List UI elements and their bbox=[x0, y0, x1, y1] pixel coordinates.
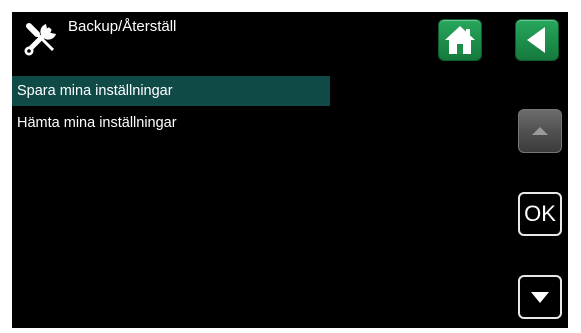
home-button[interactable] bbox=[439, 20, 481, 60]
scroll-down-button[interactable] bbox=[518, 275, 562, 319]
home-icon bbox=[445, 26, 475, 54]
back-arrow-icon bbox=[527, 27, 545, 53]
tools-icon bbox=[20, 18, 62, 60]
ok-label: OK bbox=[524, 201, 556, 226]
display-screen: Backup/Återställ Spara mina inställninga… bbox=[12, 12, 568, 328]
arrow-up-icon bbox=[532, 127, 548, 135]
arrow-down-icon bbox=[531, 292, 549, 303]
page-title: Backup/Återställ bbox=[68, 18, 177, 35]
menu-item-load-settings[interactable]: Hämta mina inställningar bbox=[12, 108, 330, 138]
menu-item-save-settings[interactable]: Spara mina inställningar bbox=[12, 76, 330, 106]
ok-button[interactable]: OK bbox=[518, 192, 562, 236]
back-button[interactable] bbox=[516, 20, 558, 60]
scroll-up-button[interactable] bbox=[518, 109, 562, 153]
